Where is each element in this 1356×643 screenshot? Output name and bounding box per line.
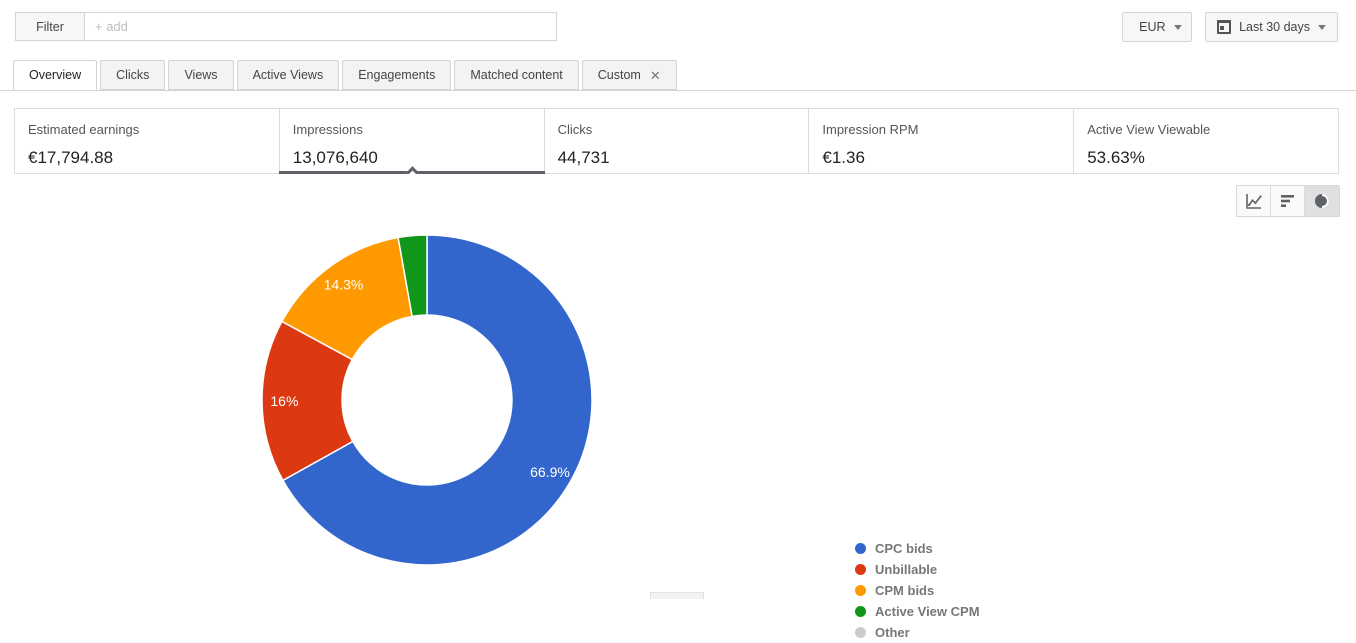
close-icon[interactable]: ✕ <box>650 69 661 82</box>
legend-item[interactable]: Other <box>855 622 980 643</box>
tab-label: Custom <box>597 68 641 82</box>
metric-card-label: Estimated earnings <box>28 122 140 137</box>
metric-card-value: €17,794.88 <box>28 148 114 167</box>
metric-card-label: Impressions <box>292 122 363 137</box>
top-toolbar: Filter EUR Last 30 days <box>0 0 1356 54</box>
tab-label: Active Views <box>252 68 324 82</box>
metric-card-label: Active View Viewable <box>1087 122 1211 137</box>
metric-card-value: 44,731 <box>557 148 610 167</box>
metric-card-value: €1.36 <box>822 148 865 167</box>
legend-color-dot <box>855 564 866 575</box>
chart-area: 66.9% 16% 14.3% CPC bids Unbillable CPM bids… <box>0 190 1356 640</box>
metric-card-value: 53.63% <box>1087 148 1145 167</box>
tab-label: Matched content <box>470 68 563 82</box>
tab-views[interactable]: Views <box>168 60 234 90</box>
donut-slice-label: 16% <box>270 393 298 409</box>
filter-button[interactable]: Filter <box>15 12 85 41</box>
legend-label: CPM bids <box>875 583 935 598</box>
legend-color-dot <box>855 627 866 638</box>
chevron-down-icon <box>1318 24 1326 30</box>
legend-color-dot <box>855 543 866 554</box>
tab-engagements[interactable]: Engagements <box>342 60 452 90</box>
metric-card-value: 13,076,640 <box>292 148 378 167</box>
donut-slice-label: 66.9% <box>530 464 570 480</box>
chevron-down-icon <box>1173 24 1182 30</box>
metric-card-estimated-earnings[interactable]: Estimated earnings €17,794.88 <box>15 109 280 173</box>
donut-chart[interactable]: 66.9% 16% 14.3% <box>255 190 600 590</box>
date-range-label: Last 30 days <box>1239 20 1310 34</box>
donut-slices <box>261 234 593 566</box>
legend-label: Unbillable <box>875 562 938 577</box>
donut-slice-label: 14.3% <box>324 276 364 292</box>
toolbar-right-controls: EUR Last 30 days <box>1122 12 1338 42</box>
chart-legend: CPC bids Unbillable CPM bids Active View CP… <box>855 538 980 643</box>
metric-card-active-view-viewable[interactable]: Active View Viewable 53.63% <box>1074 109 1338 173</box>
legend-color-dot <box>855 606 866 617</box>
bottom-clipped-control[interactable] <box>650 592 704 599</box>
metric-card-row: Estimated earnings €17,794.88 Impressions 1… <box>14 108 1339 174</box>
currency-label: EUR <box>1139 20 1166 34</box>
calendar-icon <box>1217 20 1232 34</box>
currency-selector[interactable]: EUR <box>1122 12 1193 42</box>
legend-label: Active View CPM <box>875 604 980 619</box>
metric-card-impressions[interactable]: Impressions 13,076,640 <box>278 109 545 174</box>
metric-card-label: Impression RPM <box>822 122 919 137</box>
tab-strip: Overview Clicks Views Active Views Engagemen… <box>0 58 1356 91</box>
tab-custom[interactable]: Custom ✕ <box>581 60 677 90</box>
filter-group: Filter <box>15 12 557 41</box>
tab-label: Engagements <box>358 68 436 82</box>
tab-label: Overview <box>29 68 82 82</box>
tab-active-views[interactable]: Active Views <box>236 60 340 90</box>
tab-matched-content[interactable]: Matched content <box>454 60 579 90</box>
metric-card-clicks[interactable]: Clicks 44,731 <box>545 109 810 173</box>
metric-card-impression-rpm[interactable]: Impression RPM €1.36 <box>809 109 1075 173</box>
legend-color-dot <box>855 585 866 596</box>
legend-item[interactable]: Unbillable <box>855 559 980 580</box>
legend-item[interactable]: CPM bids <box>855 580 980 601</box>
tab-clicks[interactable]: Clicks <box>100 60 166 90</box>
metric-card-label: Clicks <box>557 122 593 137</box>
metric-card-selected-notch <box>405 166 419 174</box>
legend-label: CPC bids <box>875 541 933 556</box>
tab-label: Views <box>184 68 218 82</box>
date-range-selector[interactable]: Last 30 days <box>1205 12 1338 42</box>
legend-item[interactable]: Active View CPM <box>855 601 980 622</box>
legend-label: Other <box>875 625 910 640</box>
tab-label: Clicks <box>116 68 150 82</box>
tab-overview[interactable]: Overview <box>13 60 98 90</box>
tab-list: Overview Clicks Views Active Views Engagemen… <box>13 58 680 90</box>
filter-input[interactable] <box>85 12 557 41</box>
legend-item[interactable]: CPC bids <box>855 538 980 559</box>
